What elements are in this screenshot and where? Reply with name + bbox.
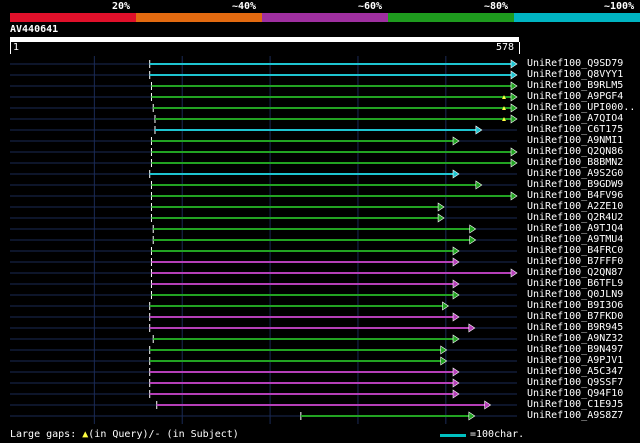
scale-label: =100char. (470, 429, 525, 440)
hit-name-link[interactable]: UniRef100_Q2R4U2 (527, 212, 623, 223)
hit-name-link[interactable]: UniRef100_A9PGF4 (527, 91, 623, 102)
hit-name-link[interactable]: UniRef100_B9R945 (527, 322, 623, 333)
hit-name-link[interactable]: UniRef100_A9S8Z7 (527, 410, 623, 421)
hit-end-arrow-icon (437, 202, 445, 212)
hit-name-link[interactable]: UniRef100_B7FFF0 (527, 256, 623, 267)
hit-name-link[interactable]: UniRef100_Q94F10 (527, 388, 623, 399)
scale-bar (440, 434, 466, 437)
hit-end-arrow-icon (452, 257, 460, 267)
hit-end-arrow-icon (469, 224, 477, 234)
hit-end-arrow-icon (452, 334, 460, 344)
hit-name-link[interactable]: UniRef100_Q0JLN9 (527, 289, 623, 300)
hit-name-link[interactable]: UniRef100_A9TMU4 (527, 234, 623, 245)
hit-end-arrow-icon (452, 389, 460, 399)
hit-end-arrow-icon (452, 312, 460, 322)
hit-end-arrow-icon (452, 169, 460, 179)
hit-name-link[interactable]: UniRef100_A9NZ32 (527, 333, 623, 344)
hit-name-link[interactable]: UniRef100_B4FRC0 (527, 245, 623, 256)
gaps-prefix: Large gaps: (10, 429, 83, 440)
hit-end-arrow-icon (452, 367, 460, 377)
hit-name-link[interactable]: UniRef100_A9PJV1 (527, 355, 623, 366)
hit-name-link[interactable]: UniRef100_C1E9J5 (527, 399, 623, 410)
hit-name-link[interactable]: UniRef100_C6T175 (527, 124, 623, 135)
hit-end-arrow-icon (475, 125, 483, 135)
hit-name-link[interactable]: UniRef100_A7QIO4 (527, 113, 623, 124)
hit-name-link[interactable]: UniRef100_Q2QN86 (527, 146, 623, 157)
hit-name-link[interactable]: UniRef100_Q9SD79 (527, 58, 623, 69)
hit-name-link[interactable]: UniRef100_B9I3O6 (527, 300, 623, 311)
hit-name-link[interactable]: UniRef100_Q9SSF7 (527, 377, 623, 388)
hit-end-arrow-icon (510, 147, 518, 157)
hit-name-link[interactable]: UniRef100_A9S2G0 (527, 168, 623, 179)
hit-name-link[interactable]: UniRef100_Q2QN87 (527, 267, 623, 278)
gaps-suffix: (in Query)/- (in Subject) (88, 429, 239, 440)
hit-end-arrow-icon (469, 235, 477, 245)
hit-end-arrow-icon (452, 290, 460, 300)
hit-name-link[interactable]: UniRef100_A2ZE10 (527, 201, 623, 212)
hit-name-link[interactable]: UniRef100_B8BMN2 (527, 157, 623, 168)
hit-name-link[interactable]: UniRef100_A9TJQ4 (527, 223, 623, 234)
hit-name-link[interactable]: UniRef100_B9RLM5 (527, 80, 623, 91)
hit-name-link[interactable]: UniRef100_B6TFL9 (527, 278, 623, 289)
hit-end-arrow-icon (452, 246, 460, 256)
hit-name-link[interactable]: UniRef100_A9NMI1 (527, 135, 623, 146)
hit-end-arrow-icon (510, 81, 518, 91)
hit-end-arrow-icon (510, 103, 518, 113)
hit-name-link[interactable]: UniRef100_UPI000.. (527, 102, 635, 113)
hit-end-arrow-icon (510, 268, 518, 278)
hit-end-arrow-icon (468, 411, 476, 421)
hit-end-arrow-icon (452, 136, 460, 146)
hit-end-arrow-icon (468, 323, 476, 333)
hit-end-arrow-icon (437, 213, 445, 223)
hit-end-arrow-icon (452, 279, 460, 289)
hit-end-arrow-icon (510, 70, 518, 80)
hit-end-arrow-icon (484, 400, 492, 410)
hit-name-link[interactable]: UniRef100_A5C347 (527, 366, 623, 377)
hit-name-link[interactable]: UniRef100_B7FKD0 (527, 311, 623, 322)
hit-name-link[interactable]: UniRef100_Q8VYY1 (527, 69, 623, 80)
hit-end-arrow-icon (510, 92, 518, 102)
hit-end-arrow-icon (510, 191, 518, 201)
hit-end-arrow-icon (452, 378, 460, 388)
hit-end-arrow-icon (475, 180, 483, 190)
hit-name-link[interactable]: UniRef100_B9GDW9 (527, 179, 623, 190)
hit-name-link[interactable]: UniRef100_B4FV96 (527, 190, 623, 201)
hit-end-arrow-icon (510, 114, 518, 124)
hit-name-link[interactable]: UniRef100_B9N497 (527, 344, 623, 355)
hit-end-arrow-icon (510, 158, 518, 168)
hit-end-arrow-icon (510, 59, 518, 69)
large-gaps-legend: Large gaps: ▲(in Query)/- (in Subject) (10, 429, 239, 440)
